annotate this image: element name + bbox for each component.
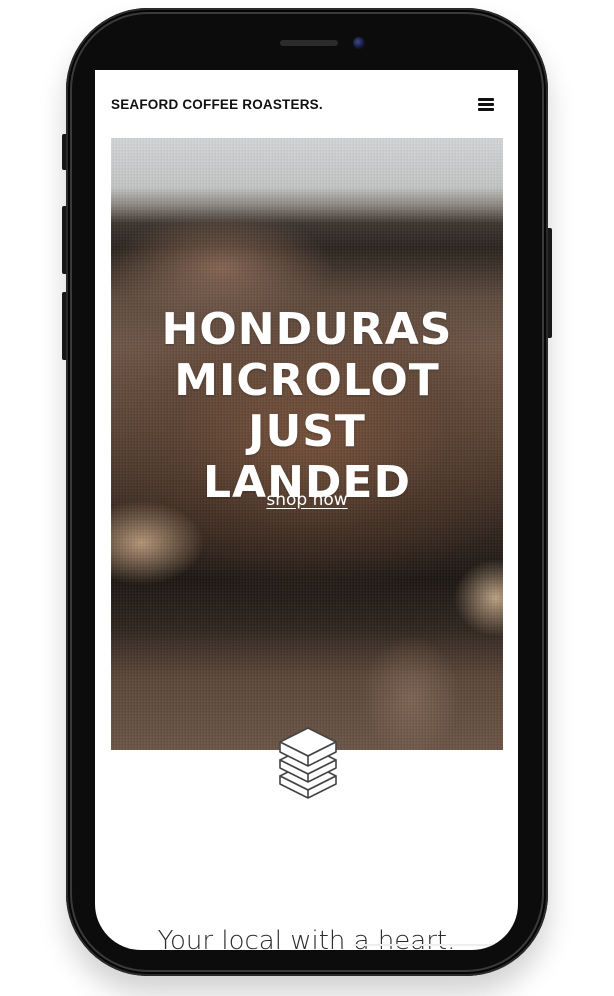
hamburger-menu-icon[interactable] [475, 95, 497, 113]
hero-title: HONDURAS MICROLOT JUST LANDED [111, 304, 503, 508]
scroll-indicator [353, 944, 513, 946]
stacked-layers-icon [276, 724, 340, 800]
site-logo[interactable]: SEAFORD COFFEE ROASTERS. [111, 97, 323, 112]
hero-title-line: MICROLOT [174, 355, 440, 406]
menu-bar [478, 98, 494, 101]
hero-banner: HONDURAS MICROLOT JUST LANDED shop now [111, 138, 503, 750]
site-header: SEAFORD COFFEE ROASTERS. [95, 70, 518, 140]
menu-bar [478, 108, 494, 111]
mockup-stage: SEAFORD COFFEE ROASTERS. HONDURAS MICROL… [0, 0, 614, 996]
tagline-heading: Your local with a heart. [157, 926, 456, 950]
hero-title-line: HONDURAS [161, 304, 453, 355]
phone-screen: SEAFORD COFFEE ROASTERS. HONDURAS MICROL… [95, 70, 518, 950]
earpiece-speaker [280, 40, 338, 46]
phone-notch [140, 22, 480, 70]
menu-bar [478, 103, 494, 106]
front-camera-icon [353, 37, 365, 49]
shop-now-link[interactable]: shop now [111, 490, 503, 510]
hero-title-line: JUST [248, 406, 366, 457]
